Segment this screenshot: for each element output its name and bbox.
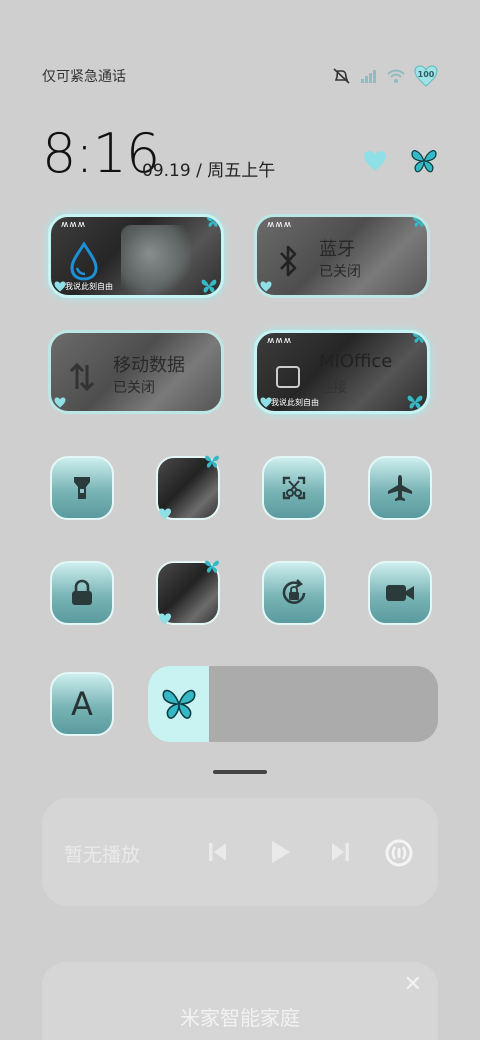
airplane-icon — [388, 475, 412, 501]
butterfly-icon — [413, 217, 425, 227]
tile-bluetooth[interactable]: ʍʍʍ 蓝牙 已关闭 — [254, 214, 430, 298]
brightness-slider[interactable] — [148, 666, 438, 742]
carrier-text: 仅可紧急通话 — [42, 69, 126, 85]
tile-mobile-data[interactable]: 移动数据 已关闭 — [48, 330, 224, 414]
tile-status: 已关闭 — [319, 264, 361, 280]
close-icon[interactable]: ✕ — [404, 972, 422, 997]
rotation-lock-button[interactable] — [262, 561, 326, 625]
brightness-fill — [148, 666, 209, 742]
clock-row: 8:16 09.19 / 周五上午 — [42, 122, 438, 185]
wifi-icon — [387, 69, 405, 83]
butterfly-icon — [205, 455, 219, 468]
video-icon — [386, 585, 414, 601]
water-drop-icon — [70, 241, 98, 281]
drag-handle[interactable] — [213, 770, 267, 774]
mobile-data-icon — [69, 362, 95, 392]
lock-icon — [72, 579, 92, 605]
tile-title: 蓝牙 — [319, 239, 355, 260]
tile-mioffice[interactable]: ʍʍʍ MIOffice 连接 我说此刻自由 — [254, 330, 430, 414]
heart-icon — [364, 151, 386, 171]
flashlight-button[interactable] — [50, 456, 114, 520]
butterfly-icon — [407, 395, 423, 409]
battery-level: 100 — [417, 70, 435, 79]
media-status: 暂无播放 — [64, 844, 141, 866]
tile-caption: 我说此刻自由 — [65, 282, 113, 291]
heart-icon — [54, 397, 66, 408]
airplane-button[interactable] — [368, 456, 432, 520]
mijia-title: 米家智能家庭 — [180, 1006, 300, 1030]
cast-output-icon[interactable] — [384, 838, 414, 868]
tile-photo — [121, 225, 191, 295]
tile-status: 连接 — [319, 380, 347, 396]
butterfly-icon — [207, 217, 219, 227]
bluetooth-icon — [280, 245, 297, 277]
flashlight-icon — [74, 477, 90, 499]
butterfly-icon — [411, 150, 437, 173]
tile-caption: 我说此刻自由 — [271, 398, 319, 407]
battery-heart-icon: 100 — [414, 65, 438, 87]
clock-decorations — [362, 148, 438, 174]
screenshot-icon — [282, 476, 306, 500]
video-button[interactable] — [368, 561, 432, 625]
clock-date: 09.19 / 周五上午 — [142, 161, 276, 181]
screenshot-button[interactable] — [262, 456, 326, 520]
font-button[interactable]: A — [50, 672, 114, 736]
tile-title: 移动数据 — [113, 355, 185, 376]
tile-tag: ʍʍʍ — [61, 220, 87, 230]
play-icon[interactable] — [266, 838, 294, 866]
butterfly-icon — [162, 689, 195, 719]
tile-status: 已关闭 — [113, 380, 155, 396]
butterfly-icon — [205, 560, 219, 573]
butterfly-icon — [413, 333, 425, 343]
next-icon[interactable] — [328, 838, 352, 866]
tile-water[interactable]: ʍʍʍ 我说此刻自由 — [48, 214, 224, 298]
signal-icon — [361, 70, 376, 83]
rotation-lock-icon — [282, 579, 306, 604]
media-card: 暂无播放 — [42, 798, 438, 906]
lock-button[interactable] — [50, 561, 114, 625]
heart-icon — [54, 281, 66, 292]
mioffice-icon — [276, 366, 300, 388]
font-icon: A — [71, 685, 93, 723]
previous-icon[interactable] — [206, 838, 230, 866]
tile-tag: ʍʍʍ — [267, 220, 293, 230]
heart-icon — [260, 397, 272, 408]
butterfly-icon — [201, 279, 217, 293]
heart-icon — [159, 613, 171, 625]
photo-toggle-2[interactable] — [156, 560, 220, 625]
mijia-card[interactable]: ✕ 米家智能家庭 — [42, 962, 438, 1040]
tile-title: MIOffice — [319, 351, 393, 372]
photo-toggle-1[interactable] — [156, 455, 220, 520]
mute-icon — [333, 68, 350, 84]
status-icons: 100 — [332, 65, 438, 87]
status-bar: 仅可紧急通话 100 — [42, 62, 438, 90]
heart-icon — [260, 281, 272, 292]
heart-icon — [159, 508, 171, 520]
tile-tag: ʍʍʍ — [267, 336, 293, 346]
